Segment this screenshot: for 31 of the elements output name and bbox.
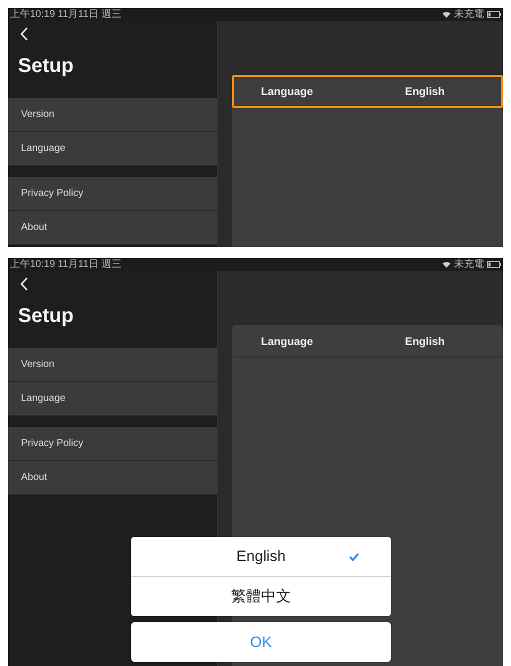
row-label: Language [260, 336, 314, 348]
battery-status: 未充電 [454, 8, 484, 20]
menu-item[interactable]: About [8, 211, 217, 245]
row-value: English [405, 86, 445, 98]
battery-icon [487, 11, 501, 18]
menu-item[interactable]: Version [8, 348, 217, 382]
status-time: 上午10:19 11月11日 週三 [10, 258, 122, 270]
menu-item[interactable]: Privacy Policy [8, 177, 217, 211]
menu-item[interactable]: Language [8, 382, 217, 416]
battery-status: 未充電 [454, 258, 484, 270]
page-title: Setup [17, 54, 75, 79]
menu-item[interactable]: Version [8, 98, 217, 132]
menu-item[interactable]: About [8, 461, 217, 495]
back-chevron-icon [20, 277, 28, 291]
checkmark-icon [349, 553, 359, 561]
status-time: 上午10:19 11月11日 週三 [10, 8, 122, 20]
option-label: 繁體中文 [231, 587, 291, 606]
menu-item[interactable]: Privacy Policy [8, 427, 217, 461]
row-value: English [405, 336, 445, 348]
language-row[interactable]: Language English [232, 75, 503, 108]
wifi-icon [442, 11, 451, 18]
wifi-icon [442, 261, 451, 268]
language-option[interactable]: 繁體中文 [131, 577, 391, 616]
battery-icon [487, 261, 501, 268]
menu-item[interactable]: Language [8, 132, 217, 166]
row-label: Language [260, 86, 314, 98]
option-label: English [236, 548, 286, 565]
language-option[interactable]: English [131, 537, 391, 577]
language-row[interactable]: Language English [232, 325, 503, 358]
page-title: Setup [17, 304, 75, 329]
back-chevron-icon [20, 27, 28, 41]
